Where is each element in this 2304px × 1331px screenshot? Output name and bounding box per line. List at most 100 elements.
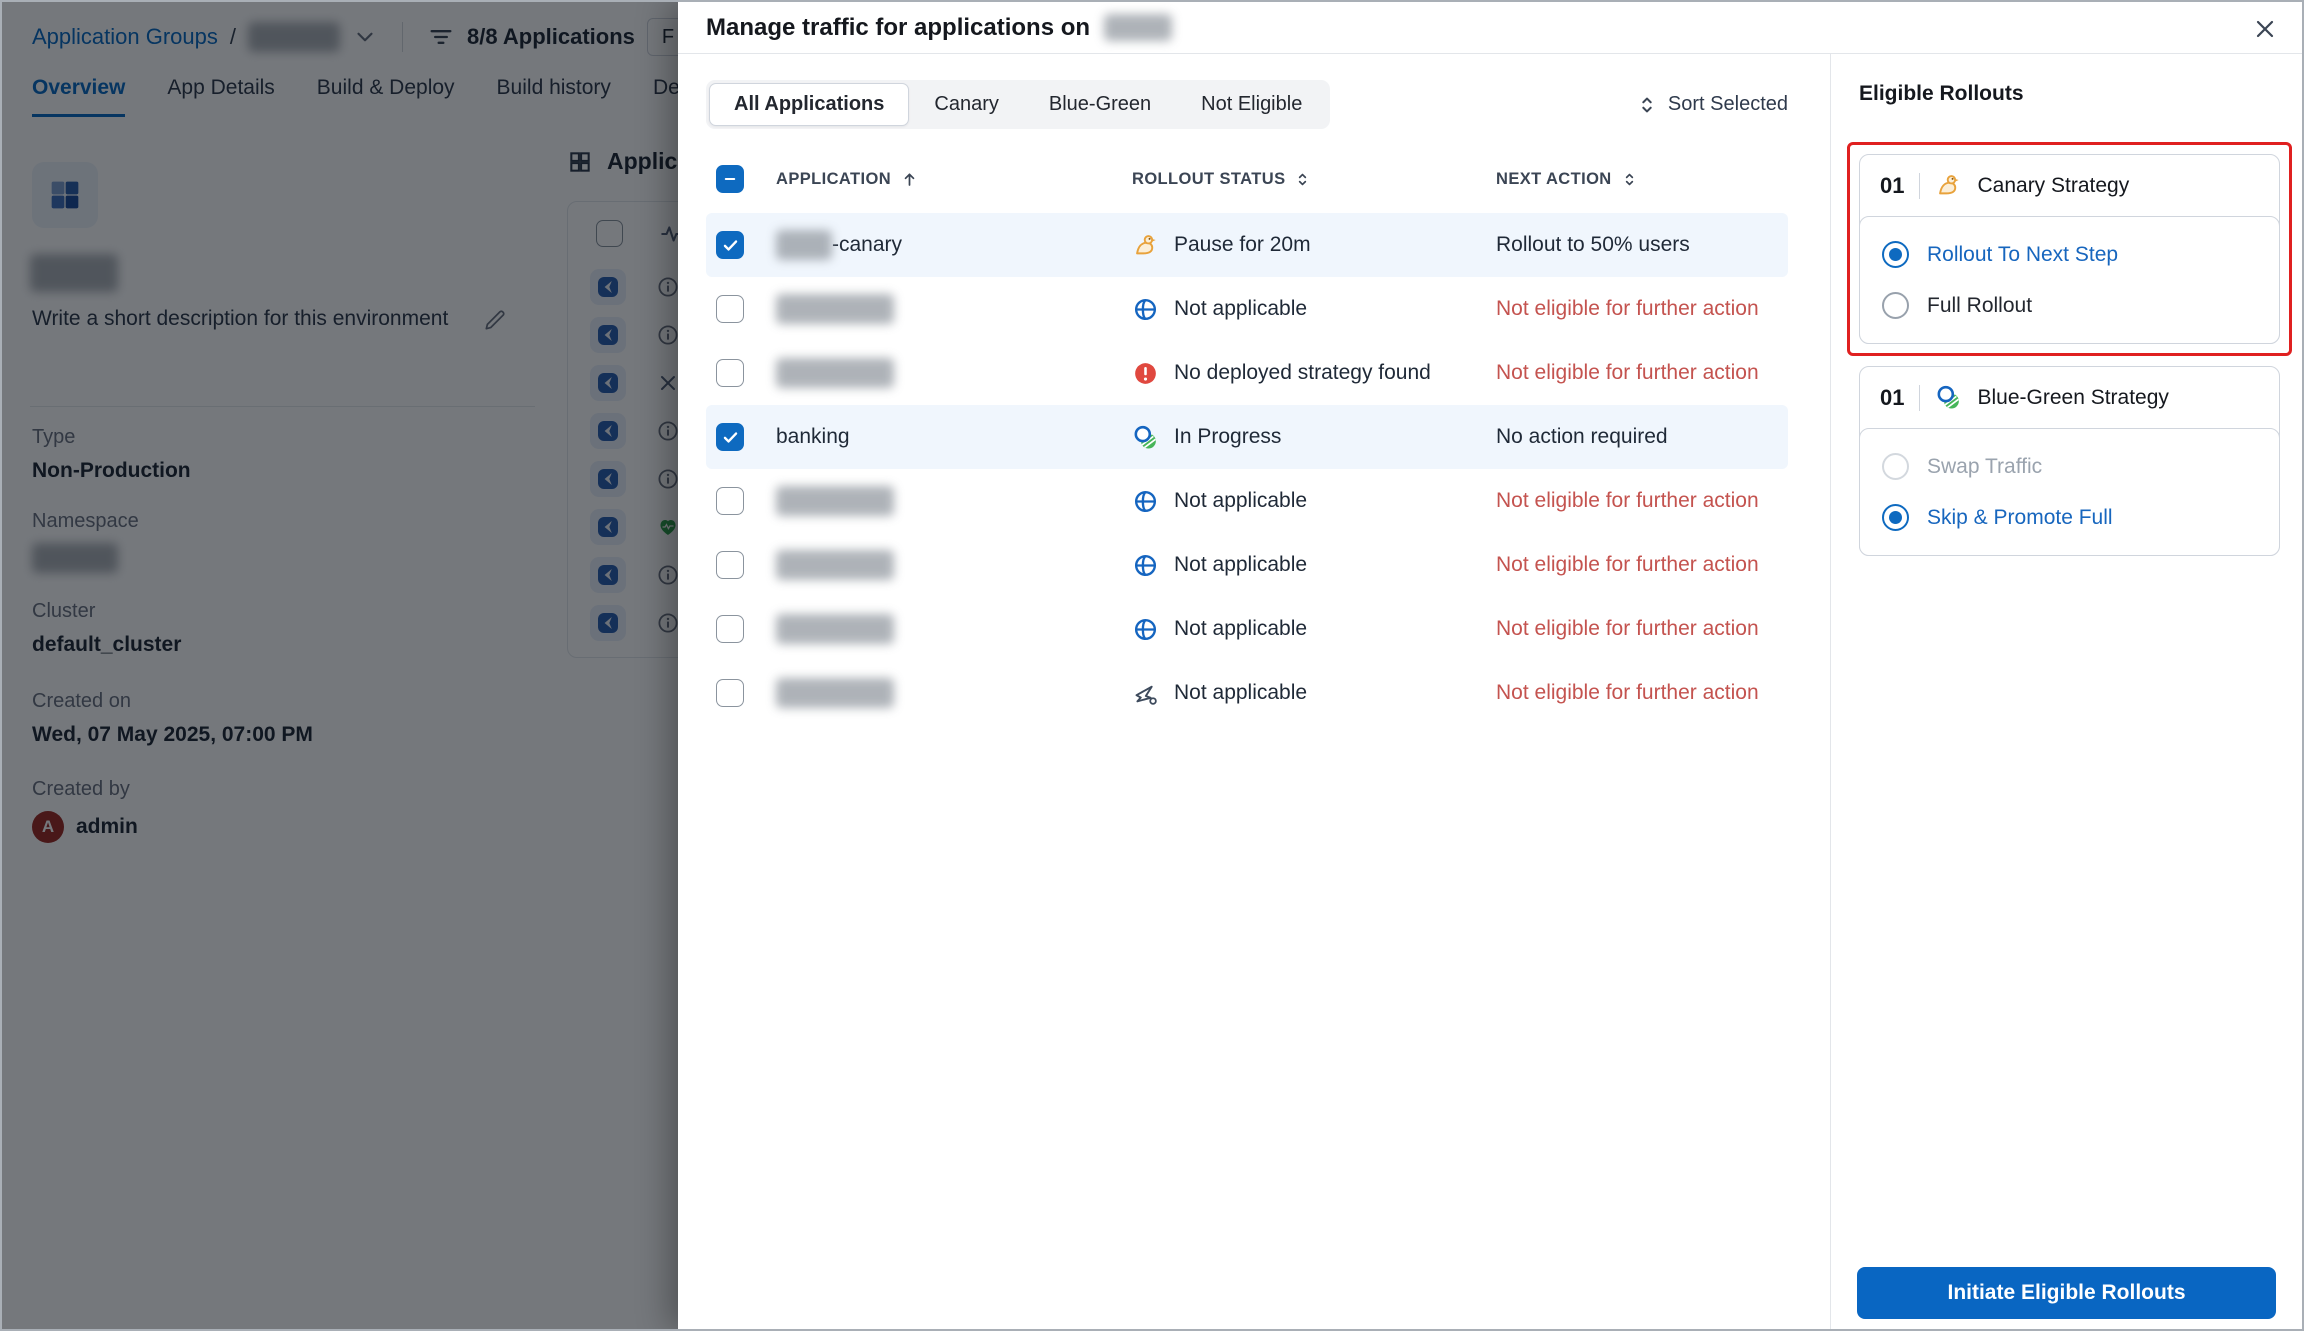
column-header-application[interactable]: APPLICATION (776, 170, 1132, 189)
next-action: Not eligible for further action (1496, 361, 1788, 385)
checkbox-cell (716, 359, 776, 387)
tab-not-eligible[interactable]: Not Eligible (1176, 83, 1327, 126)
application-name-text: banking (776, 425, 850, 449)
radio-skip-promote-full[interactable] (1882, 504, 1909, 531)
rollout-status-text: Pause for 20m (1174, 233, 1311, 257)
annotation-highlight: 01Canary Strategy Rollout To Next Step Ful… (1847, 142, 2292, 356)
row-checkbox[interactable] (716, 487, 744, 515)
radio-rollout-to-next-step[interactable] (1882, 241, 1909, 268)
checkbox-cell (716, 423, 776, 451)
vertical-divider (1919, 385, 1920, 411)
strategy-options: Swap Traffic Skip & Promote Full (1859, 428, 2280, 556)
radio-full-rollout[interactable] (1882, 292, 1909, 319)
redacted-environment-name (1104, 14, 1172, 41)
table-header: APPLICATION ROLLOUT STATUSNEXT ACTION (706, 165, 1788, 213)
sort-selected-button[interactable]: Sort Selected (1636, 93, 1788, 116)
canary-strategy-card: 01Canary Strategy Rollout To Next Step Ful… (1859, 154, 2280, 344)
row-checkbox[interactable] (716, 551, 744, 579)
option-label: Skip & Promote Full (1927, 506, 2113, 530)
application-name (776, 486, 1132, 516)
rollout-status: Pause for 20m (1132, 232, 1496, 259)
option-rollout-to-next-step[interactable]: Rollout To Next Step (1882, 241, 2257, 268)
application-name (776, 294, 1132, 324)
check-icon (721, 428, 740, 447)
row-checkbox[interactable] (716, 423, 744, 451)
redacted-application-name (776, 486, 894, 516)
eligible-rollouts-panel: Eligible Rollouts 01Canary Strategy Rollo… (1830, 54, 2302, 1329)
application-name (776, 614, 1132, 644)
next-action: No action required (1496, 425, 1788, 449)
option-skip-promote-full[interactable]: Skip & Promote Full (1882, 504, 2257, 531)
next-action: Not eligible for further action (1496, 681, 1788, 705)
blue-green-strategy-card: 01 Blue-Green Strategy Swap Traffic Skip & … (1859, 366, 2280, 556)
option-full-rollout[interactable]: Full Rollout (1882, 292, 2257, 319)
column-label: APPLICATION (776, 170, 891, 189)
row-checkbox[interactable] (716, 615, 744, 643)
application-name (776, 678, 1132, 708)
radio-swap-traffic[interactable] (1882, 453, 1909, 480)
manage-traffic-modal: Manage traffic for applications on All A… (678, 2, 2302, 1329)
table-row: banking In Progress No action required (706, 405, 1788, 469)
canary-status-icon (1132, 232, 1159, 259)
strategy-index: 01 (1880, 385, 1904, 411)
redacted-application-name (776, 294, 894, 324)
vertical-divider (1919, 173, 1920, 199)
row-checkbox[interactable] (716, 231, 744, 259)
row-checkbox[interactable] (716, 679, 744, 707)
rollout-status: Not applicable (1132, 552, 1496, 579)
application-name (776, 550, 1132, 580)
sort-asc-icon (900, 170, 919, 189)
table-row: Not applicableNot eligible for further a… (706, 597, 1788, 661)
bluegreen-strategy-icon (1935, 384, 1962, 411)
checkbox-cell (716, 615, 776, 643)
table-row: -canary Pause for 20m Rollout to 50% users (706, 213, 1788, 277)
application-name: -canary (776, 230, 1132, 260)
tab-blue-green[interactable]: Blue-Green (1024, 83, 1176, 126)
column-header-rollout-status[interactable]: ROLLOUT STATUS (1132, 170, 1496, 189)
redacted-application-name (776, 614, 894, 644)
rollout-status: Not applicable (1132, 616, 1496, 643)
redacted-name-prefix (776, 230, 832, 260)
sphere-status-icon (1132, 296, 1159, 323)
next-action: Not eligible for further action (1496, 617, 1788, 641)
column-header-next-action[interactable]: NEXT ACTION (1496, 170, 1788, 189)
sphere-status-icon (1132, 552, 1159, 579)
rollout-status-text: Not applicable (1174, 681, 1307, 705)
table-row: Not applicable Not eligible for further a… (706, 533, 1788, 597)
panel-footer: Initiate Eligible Rollouts (1831, 1251, 2302, 1329)
redacted-application-name (776, 678, 894, 708)
canary-strategy-icon (1935, 172, 1962, 199)
rollout-status-text: Not applicable (1174, 297, 1307, 321)
rollout-status-text: Not applicable (1174, 489, 1307, 513)
checkbox-cell (716, 551, 776, 579)
table-row: Not applicable Not eligible for further a… (706, 277, 1788, 341)
sort-both-icon (1294, 171, 1311, 188)
applications-table-section: All ApplicationsCanaryBlue-GreenNot Elig… (678, 54, 1830, 1329)
next-action: Not eligible for further action (1496, 553, 1788, 577)
eligible-rollouts-title: Eligible Rollouts (1859, 82, 2280, 106)
initiate-eligible-rollouts-button[interactable]: Initiate Eligible Rollouts (1857, 1267, 2276, 1319)
rollout-status-text: Not applicable (1174, 553, 1307, 577)
next-action: Rollout to 50% users (1496, 233, 1788, 257)
sphere-status-icon (1132, 616, 1159, 643)
rollout-status: Not applicable (1132, 488, 1496, 515)
option-swap-traffic[interactable]: Swap Traffic (1882, 453, 2257, 480)
tab-all-applications[interactable]: All Applications (709, 83, 909, 126)
tab-canary[interactable]: Canary (909, 83, 1023, 126)
sphere-status-icon (1132, 488, 1159, 515)
strategy-card-header: 01Canary Strategy (1860, 155, 2279, 216)
close-icon[interactable] (2246, 10, 2284, 48)
error-status-icon (1132, 360, 1159, 387)
row-checkbox[interactable] (716, 295, 744, 323)
rollout-status-text: In Progress (1174, 425, 1281, 449)
table-row: No deployed strategy foundNot eligible f… (706, 341, 1788, 405)
application-name (776, 358, 1132, 388)
rollout-status: In Progress (1132, 424, 1496, 451)
row-checkbox[interactable] (716, 359, 744, 387)
strategy-name: Blue-Green Strategy (1977, 386, 2168, 410)
select-all-checkbox[interactable] (716, 165, 744, 193)
next-action: Not eligible for further action (1496, 297, 1788, 321)
application-filter-tabs: All ApplicationsCanaryBlue-GreenNot Elig… (706, 80, 1330, 129)
option-label: Rollout To Next Step (1927, 243, 2118, 267)
sort-selected-label: Sort Selected (1668, 93, 1788, 116)
